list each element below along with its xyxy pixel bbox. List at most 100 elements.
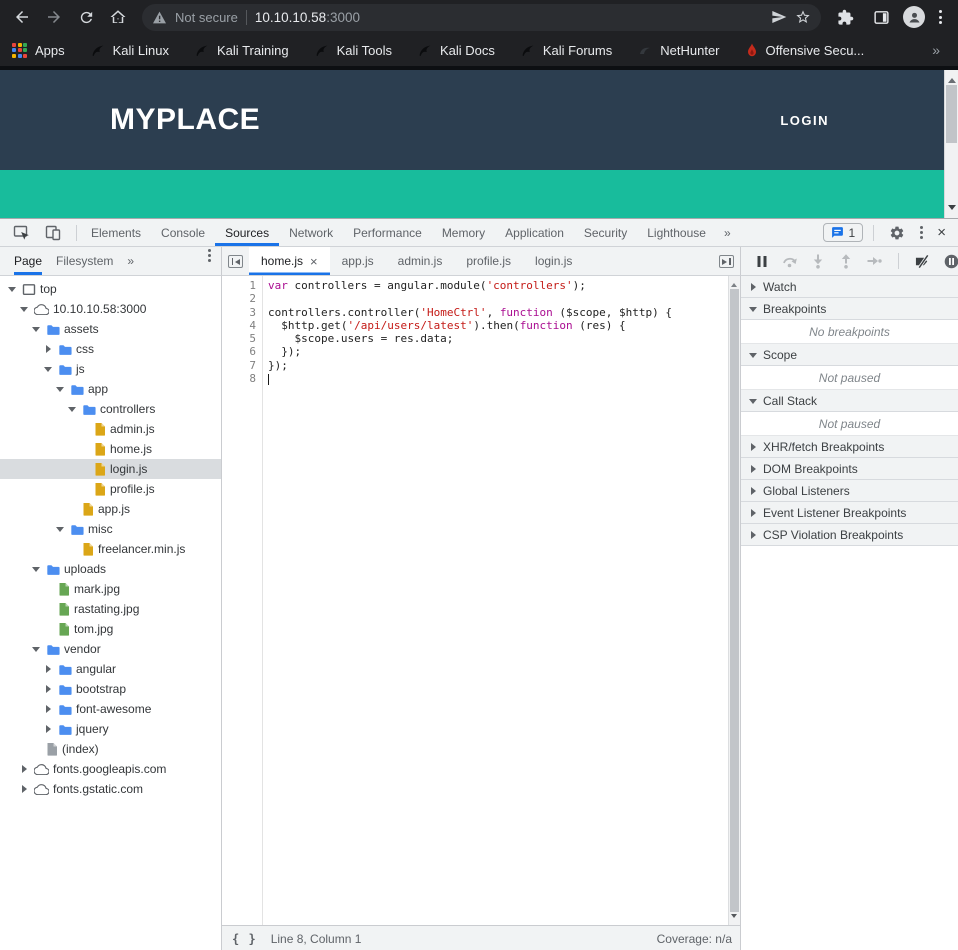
section-collapsed-icon[interactable]: [749, 530, 759, 540]
tree-collapsed-icon[interactable]: [20, 784, 30, 794]
tree-item-js[interactable]: js: [0, 359, 221, 379]
address-bar[interactable]: Not secure 10.10.10.58:3000: [142, 4, 821, 31]
tree-expanded-icon[interactable]: [20, 304, 30, 314]
tree-collapsed-icon[interactable]: [44, 684, 54, 694]
section-expanded-icon[interactable]: [749, 350, 759, 360]
tree-item-fonts-gstatic-com[interactable]: fonts.gstatic.com: [0, 779, 221, 799]
devtools-menu-icon[interactable]: [916, 224, 927, 241]
editor-scrollbar[interactable]: [728, 276, 740, 925]
send-to-device-icon[interactable]: [771, 9, 787, 25]
code-line[interactable]: var controllers = angular.module('contro…: [263, 279, 728, 292]
sidebar-section-xhr-fetch-breakpoints[interactable]: XHR/fetch Breakpoints: [741, 436, 958, 458]
sidebar-section-csp-violation-breakpoints[interactable]: CSP Violation Breakpoints: [741, 524, 958, 546]
page-scrollbar-thumb[interactable]: [946, 85, 957, 143]
side-panel-icon[interactable]: [867, 3, 895, 31]
editor-tab-app-js[interactable]: app.js: [330, 247, 386, 275]
code-line[interactable]: });: [263, 359, 728, 372]
scroll-tabs-right-icon[interactable]: [719, 255, 734, 268]
line-number[interactable]: 2: [222, 292, 262, 305]
sidebar-section-watch[interactable]: Watch: [741, 276, 958, 298]
tree-item-rastating-jpg[interactable]: rastating.jpg: [0, 599, 221, 619]
bookmark-offensive-secu[interactable]: Offensive Secu...: [746, 43, 865, 58]
bookmarks-overflow-chevron[interactable]: »: [932, 42, 946, 58]
step-out-icon[interactable]: [838, 253, 854, 269]
tree-item-login-js[interactable]: login.js: [0, 459, 221, 479]
sidebar-section-breakpoints[interactable]: Breakpoints: [741, 298, 958, 320]
devtools-tab-application[interactable]: Application: [495, 219, 574, 246]
tree-item-index[interactable]: (index): [0, 739, 221, 759]
bookmark-kali-tools[interactable]: Kali Tools: [315, 43, 392, 58]
section-collapsed-icon[interactable]: [749, 282, 759, 292]
tree-item-uploads[interactable]: uploads: [0, 559, 221, 579]
line-number[interactable]: 1: [222, 279, 262, 292]
section-collapsed-icon[interactable]: [749, 464, 759, 474]
tree-item-bootstrap[interactable]: bootstrap: [0, 679, 221, 699]
sidebar-section-call-stack[interactable]: Call Stack: [741, 390, 958, 412]
page-scrollbar[interactable]: [944, 70, 958, 218]
editor-scrollbar-thumb[interactable]: [730, 289, 739, 912]
tree-item-angular[interactable]: angular: [0, 659, 221, 679]
scroll-up-icon[interactable]: [948, 74, 956, 83]
line-number[interactable]: 3: [222, 306, 262, 319]
tree-expanded-icon[interactable]: [56, 384, 66, 394]
editor-gutter[interactable]: 12345678: [222, 276, 263, 925]
tree-item-freelancer-min-js[interactable]: freelancer.min.js: [0, 539, 221, 559]
browser-menu-icon[interactable]: [933, 8, 948, 26]
url-text[interactable]: 10.10.10.58:3000: [255, 10, 360, 25]
step-into-icon[interactable]: [810, 253, 826, 269]
tree-collapsed-icon[interactable]: [44, 664, 54, 674]
apps-shortcut[interactable]: Apps: [12, 43, 65, 58]
editor-tab-admin-js[interactable]: admin.js: [386, 247, 455, 275]
issues-counter[interactable]: 1: [823, 223, 864, 242]
tab-filesystem[interactable]: Filesystem: [56, 247, 113, 275]
deactivate-breakpoints-icon[interactable]: [915, 253, 931, 269]
tree-expanded-icon[interactable]: [68, 404, 78, 414]
line-number[interactable]: 4: [222, 319, 262, 332]
bookmark-kali-docs[interactable]: Kali Docs: [418, 43, 495, 58]
sidebar-section-global-listeners[interactable]: Global Listeners: [741, 480, 958, 502]
code-editor[interactable]: 12345678 var controllers = angular.modul…: [222, 276, 740, 925]
forward-icon[interactable]: [40, 3, 68, 31]
tree-expanded-icon[interactable]: [32, 644, 42, 654]
tree-item-10-10-10-58-3000[interactable]: 10.10.10.58:3000: [0, 299, 221, 319]
tree-collapsed-icon[interactable]: [20, 764, 30, 774]
devtools-tab-sources[interactable]: Sources: [215, 219, 279, 246]
login-link[interactable]: LOGIN: [780, 113, 829, 128]
devtools-tab-network[interactable]: Network: [279, 219, 343, 246]
tree-item-font-awesome[interactable]: font-awesome: [0, 699, 221, 719]
settings-gear-icon[interactable]: [884, 221, 910, 245]
tree-item-vendor[interactable]: vendor: [0, 639, 221, 659]
code-line[interactable]: [263, 292, 728, 305]
reload-icon[interactable]: [72, 3, 100, 31]
editor-tab-login-js[interactable]: login.js: [523, 247, 584, 275]
tree-item-assets[interactable]: assets: [0, 319, 221, 339]
not-secure-warning-icon[interactable]: [152, 11, 167, 24]
back-icon[interactable]: [8, 3, 36, 31]
devtools-tab-lighthouse[interactable]: Lighthouse: [637, 219, 716, 246]
tree-expanded-icon[interactable]: [44, 364, 54, 374]
profile-avatar[interactable]: [903, 6, 925, 28]
sidebar-section-scope[interactable]: Scope: [741, 344, 958, 366]
extensions-icon[interactable]: [831, 3, 859, 31]
tree-item-controllers[interactable]: controllers: [0, 399, 221, 419]
tree-item-misc[interactable]: misc: [0, 519, 221, 539]
tree-collapsed-icon[interactable]: [44, 724, 54, 734]
editor-tab-home-js[interactable]: home.js×: [249, 247, 330, 275]
code-line[interactable]: controllers.controller('HomeCtrl', funct…: [263, 306, 728, 319]
pause-on-exceptions-icon[interactable]: [943, 253, 958, 269]
inspect-element-icon[interactable]: [8, 221, 34, 245]
site-brand[interactable]: MYPLACE: [110, 103, 260, 137]
devtools-tab-console[interactable]: Console: [151, 219, 215, 246]
tab-page[interactable]: Page: [14, 247, 42, 275]
editor-scroll-down-icon[interactable]: [731, 914, 737, 921]
section-collapsed-icon[interactable]: [749, 442, 759, 452]
section-expanded-icon[interactable]: [749, 396, 759, 406]
tree-expanded-icon[interactable]: [8, 284, 18, 294]
tree-item-admin-js[interactable]: admin.js: [0, 419, 221, 439]
tree-expanded-icon[interactable]: [56, 524, 66, 534]
tree-expanded-icon[interactable]: [32, 324, 42, 334]
tree-item-app[interactable]: app: [0, 379, 221, 399]
devtools-tab-performance[interactable]: Performance: [343, 219, 432, 246]
section-expanded-icon[interactable]: [749, 304, 759, 314]
tree-item-jquery[interactable]: jquery: [0, 719, 221, 739]
